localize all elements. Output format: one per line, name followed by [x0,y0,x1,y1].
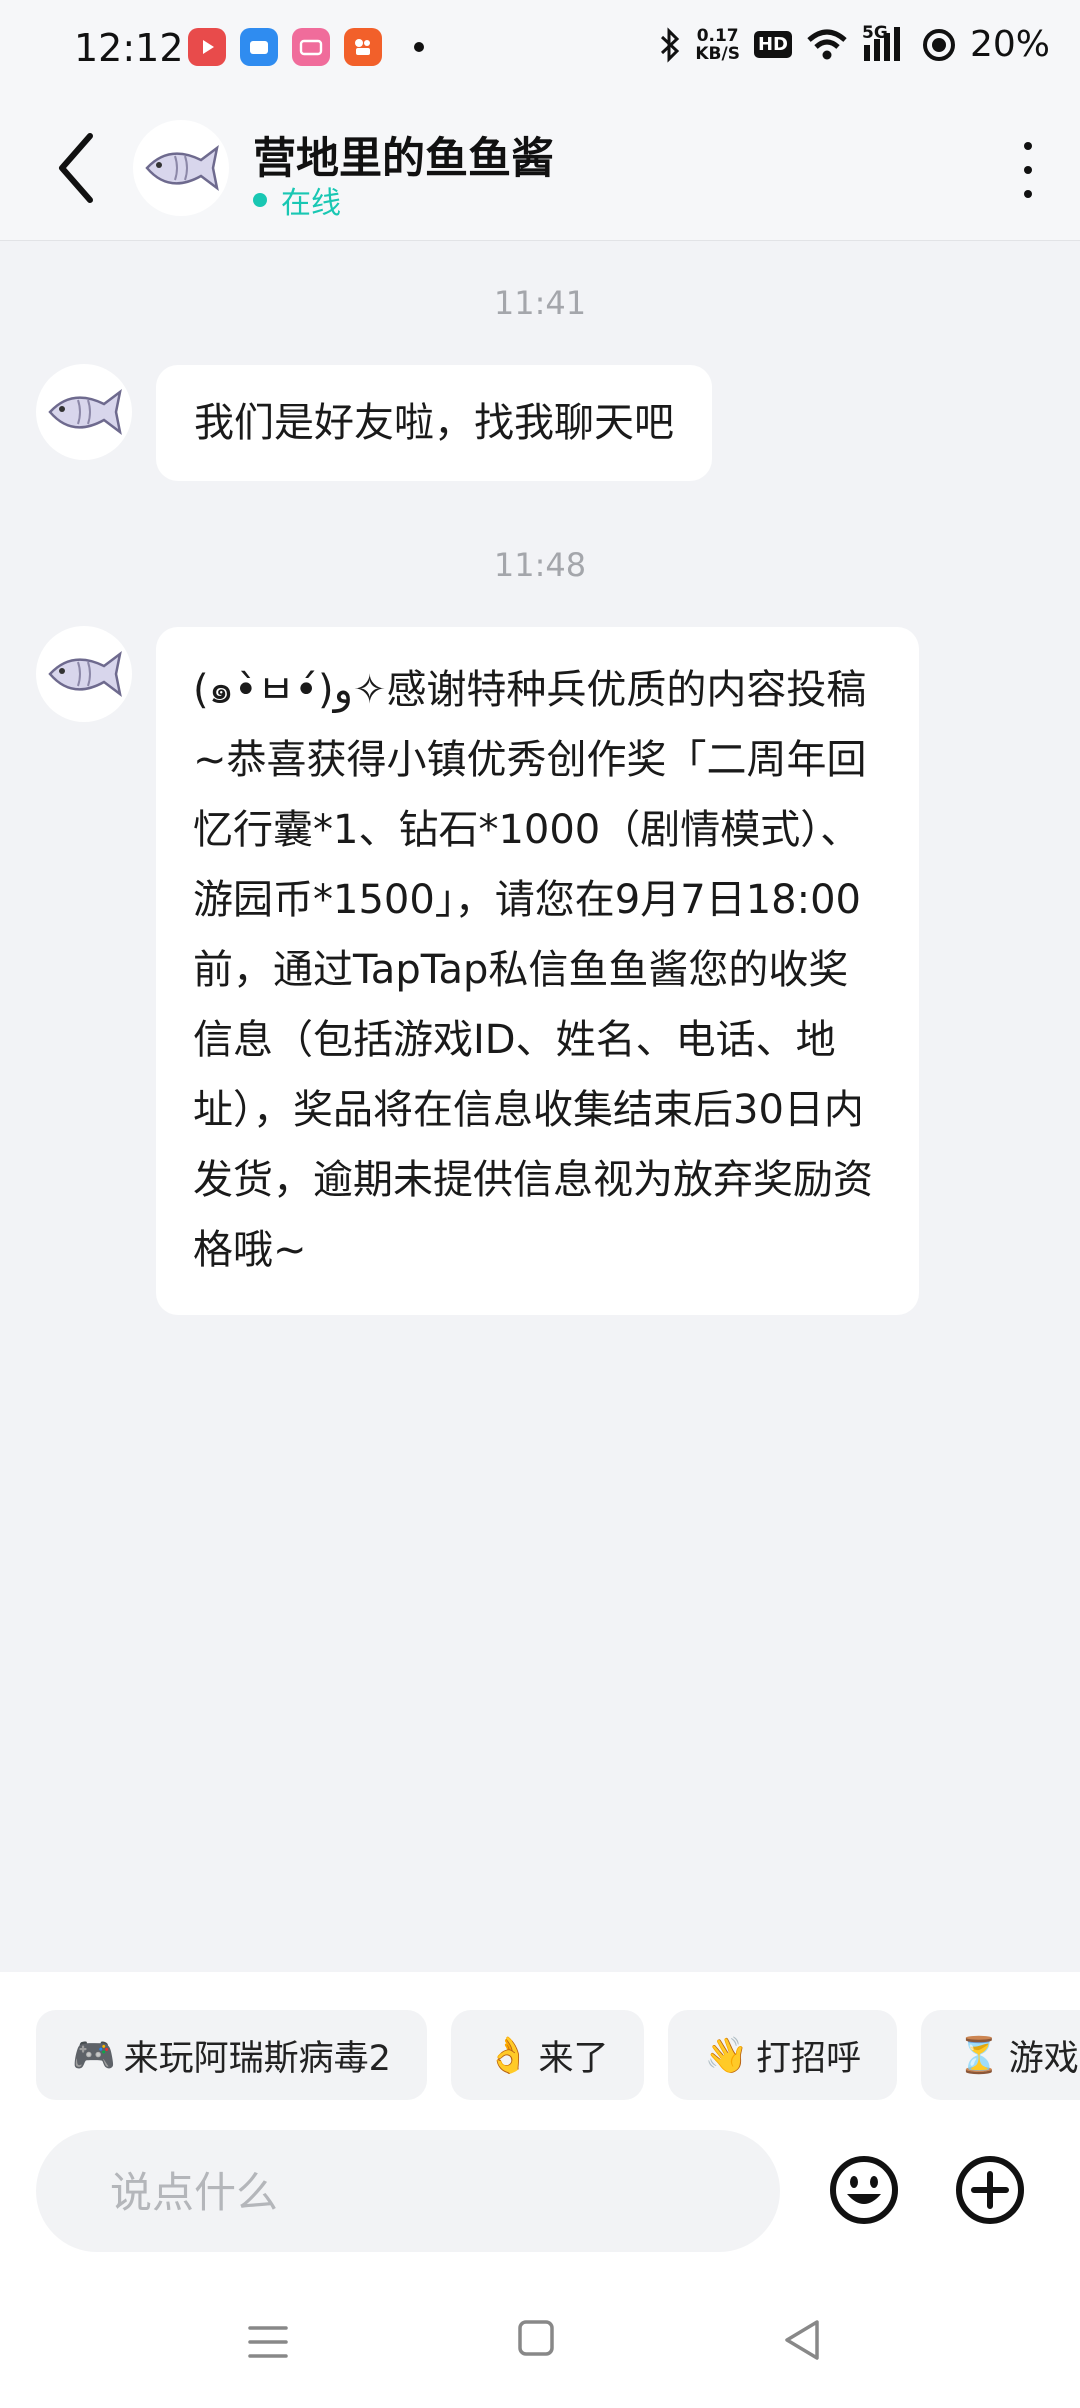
signal-icon: 5G [862,23,908,63]
notification-icons [188,28,424,66]
quick-reply-label: 游戏中 [1008,2038,1080,2079]
nav-back-icon[interactable] [781,2318,825,2362]
contact-avatar[interactable] [133,120,229,216]
sender-avatar[interactable] [36,364,132,460]
video-app-icon [188,28,226,66]
sender-avatar[interactable] [36,626,132,722]
more-options-icon[interactable] [1008,140,1048,200]
quick-reply-bar: 🎮 来玩阿瑞斯病毒2 👌 来了 👋 打招呼 ⏳ 游戏中 [36,2010,1080,2100]
online-dot-icon [253,193,267,207]
battery-saver-icon [922,28,955,61]
online-status-text: 在线 [281,186,341,221]
kuaishou-app-icon [344,28,382,66]
more-notifications-dot [414,42,424,52]
net-speed-unit: KB/S [695,43,740,64]
fish-avatar-icon [48,389,122,435]
net-speed-value: 0.17 [696,25,739,46]
message-bubble[interactable]: (๑•̀ㅂ•́)و✧感谢特种兵优质的内容投稿~恭喜获得小镇优秀创作奖「二周年回忆… [156,627,919,1315]
system-icons: 0.17 KB/S HD 5G 20% [659,23,1050,65]
tv-app-icon [240,28,278,66]
message-bubble[interactable]: 我们是好友啦，找我聊天吧 [156,365,712,481]
back-arrow-icon[interactable] [48,130,108,206]
message-text: 我们是好友啦，找我聊天吧 [194,400,674,446]
home-icon[interactable] [518,2320,554,2356]
hd-icon: HD [753,31,792,58]
bilibili-app-icon [292,28,330,66]
recent-apps-icon[interactable] [246,2320,290,2364]
fish-avatar-icon [145,145,219,191]
waving-hand-icon: 👋 [704,2035,749,2076]
add-plus-icon[interactable] [954,2154,1026,2226]
gamepad-icon: 🎮 [72,2035,116,2076]
chat-header: 营地里的鱼鱼酱 在线 [0,96,1080,241]
quick-reply-label: 来玩阿瑞斯病毒2 [123,2038,391,2079]
message-timestamp: 11:48 [493,546,587,584]
message-input[interactable] [108,2130,752,2254]
wifi-icon [807,29,847,59]
message-input-container[interactable] [36,2130,780,2254]
hourglass-icon: ⏳ [957,2035,1001,2076]
composer-area: 🎮 来玩阿瑞斯病毒2 👌 来了 👋 打招呼 ⏳ 游戏中 [0,1972,1080,2408]
contact-name: 营地里的鱼鱼酱 [253,134,554,184]
battery-percent: 20% [969,24,1050,65]
quick-reply-label: 打招呼 [756,2038,862,2079]
fish-avatar-icon [48,651,122,697]
status-bar: 12:12 0.17 KB/S HD 5G 20% [0,0,1080,96]
quick-reply-chip[interactable]: 👌 来了 [450,2010,645,2100]
system-nav-bar [0,2314,1080,2374]
quick-reply-label: 来了 [538,2038,609,2079]
status-time: 12:12 [74,26,184,70]
online-status: 在线 [253,178,341,222]
emoji-icon[interactable] [828,2154,900,2226]
ok-hand-icon: 👌 [486,2035,531,2076]
quick-reply-chip[interactable]: ⏳ 游戏中 [921,2010,1080,2100]
quick-reply-chip[interactable]: 👋 打招呼 [668,2010,898,2100]
net-speed: 0.17 KB/S [695,27,740,63]
bluetooth-icon [661,26,680,63]
message-timestamp: 11:41 [493,284,587,322]
quick-reply-chip[interactable]: 🎮 来玩阿瑞斯病毒2 [36,2010,427,2100]
message-text: (๑•̀ㅂ•́)و✧感谢特种兵优质的内容投稿~恭喜获得小镇优秀创作奖「二周年回忆… [193,667,873,1273]
